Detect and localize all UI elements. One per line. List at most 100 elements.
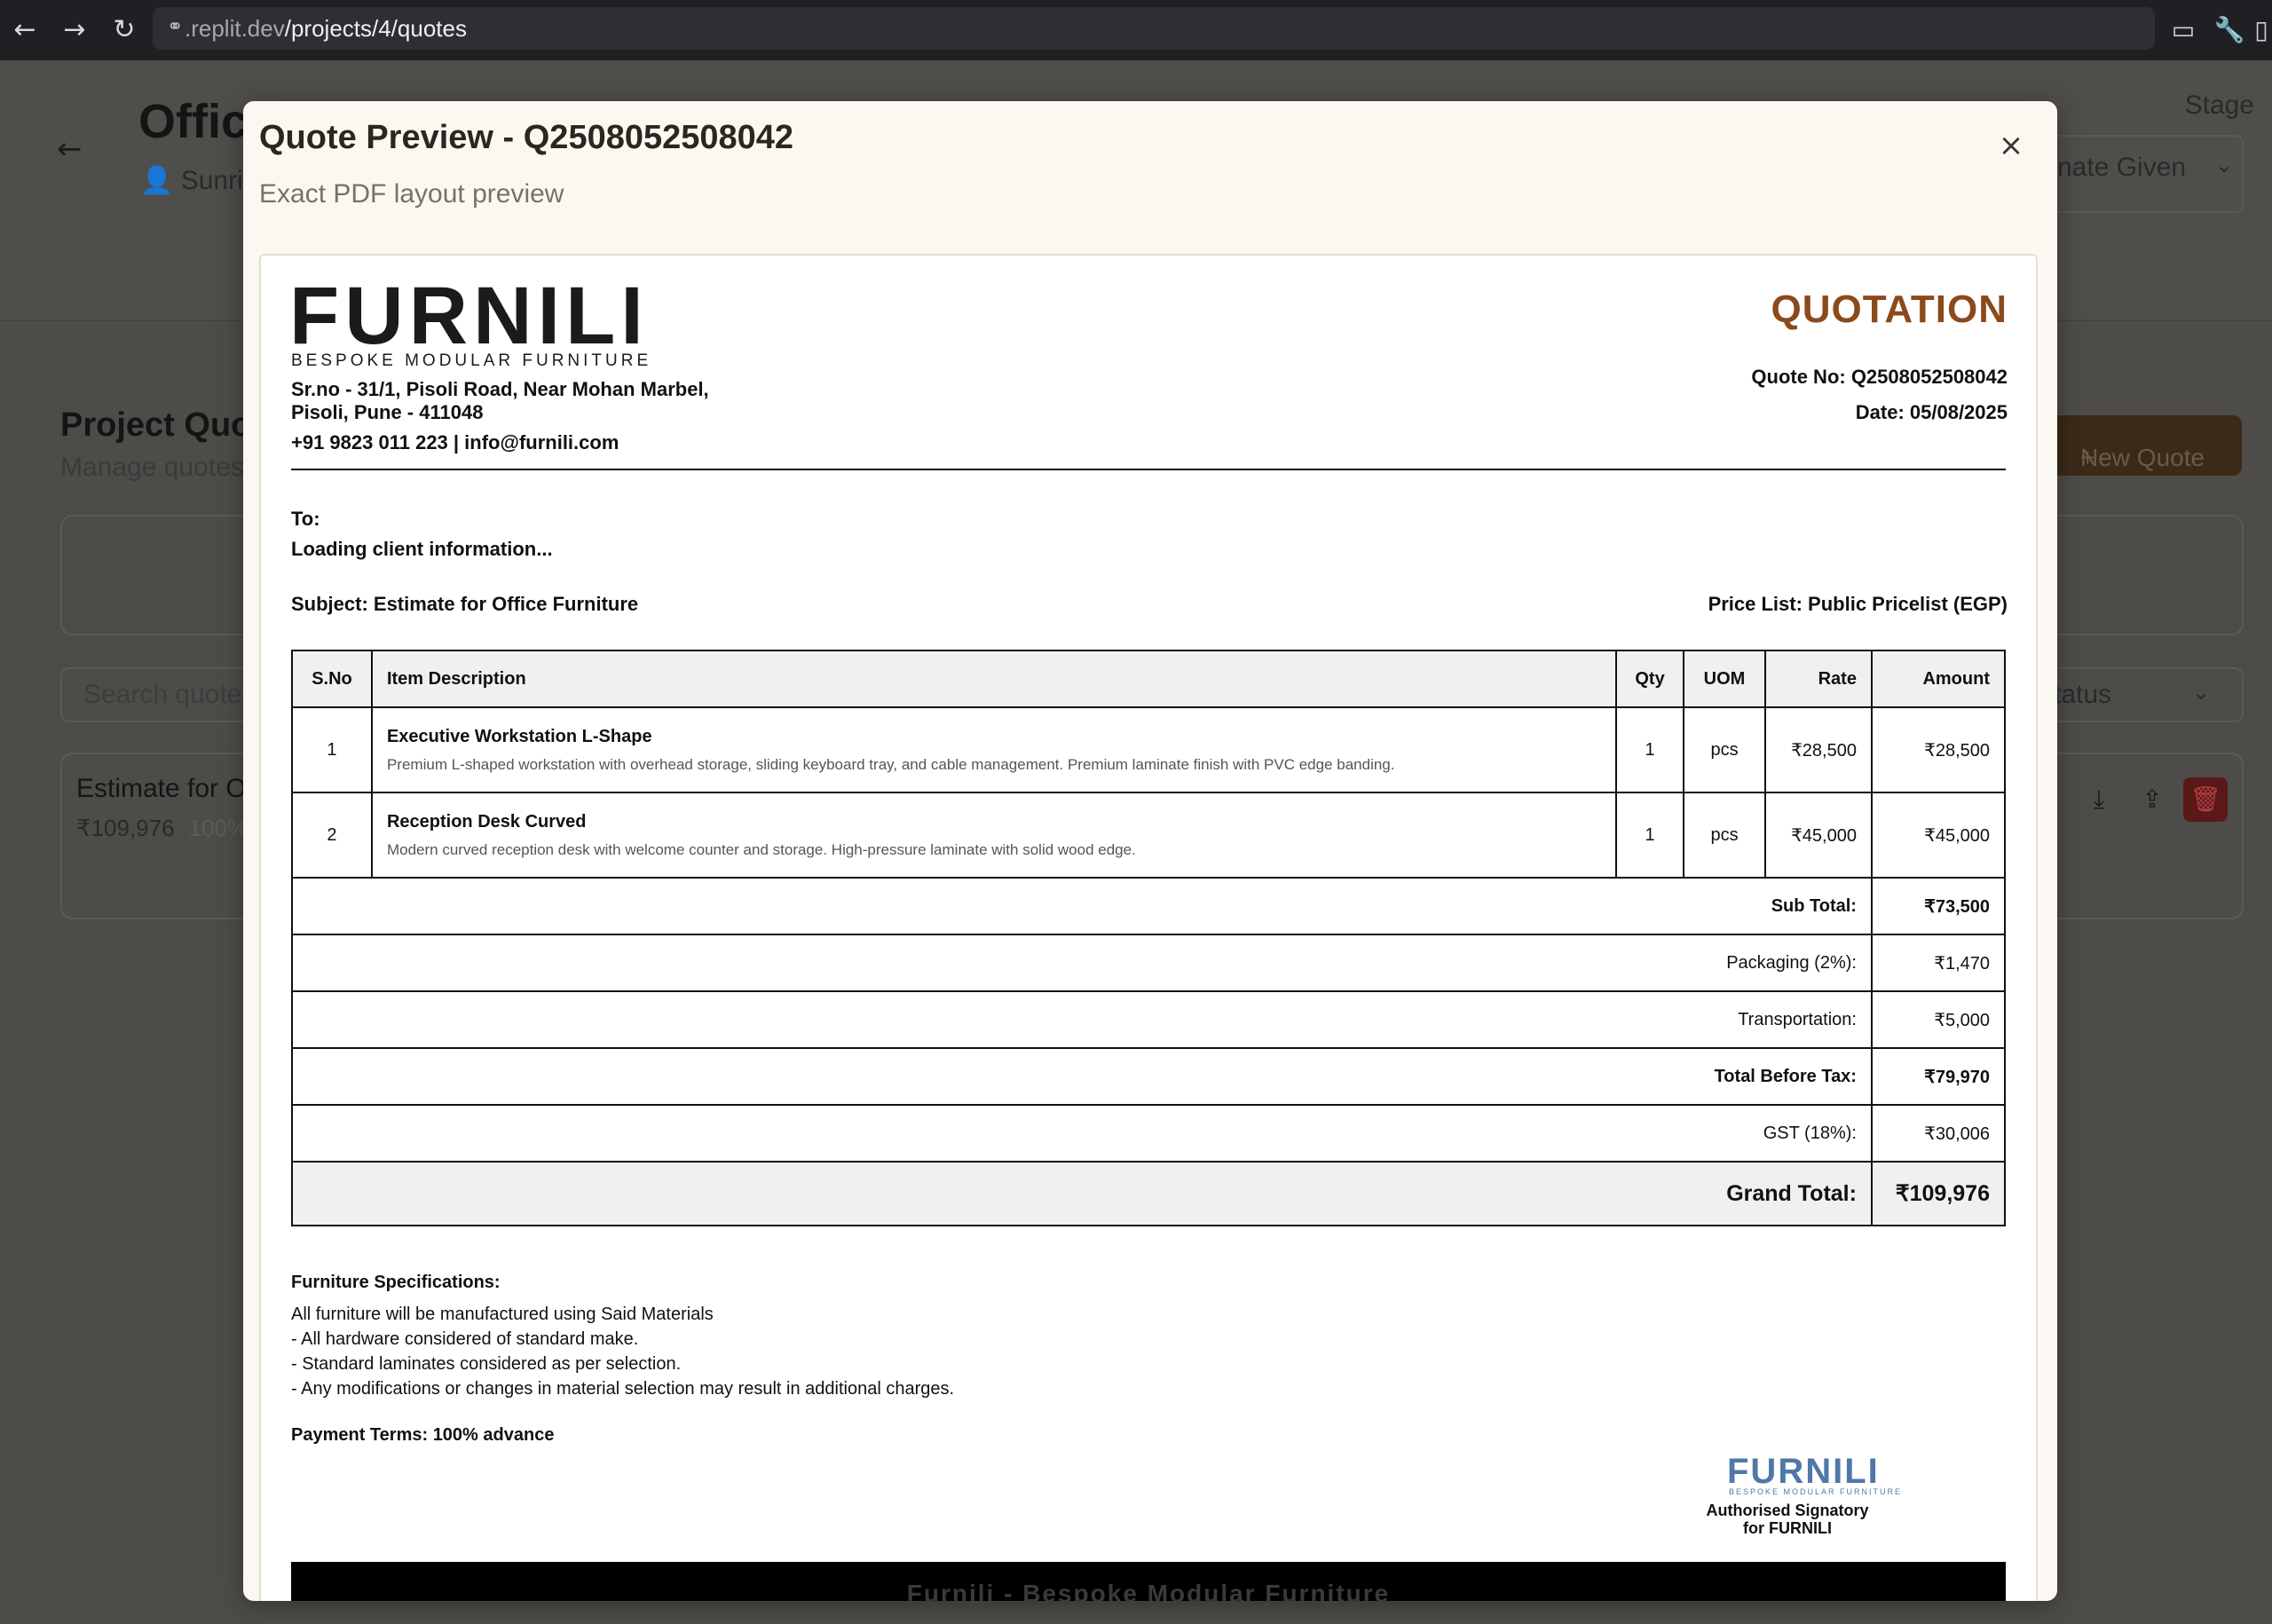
col-qty: Qty [1615, 650, 1685, 708]
modal-subtitle: Exact PDF layout preview [259, 179, 564, 209]
grand-total-value: ₹109,976 [1870, 1161, 2007, 1226]
share-icon[interactable]: ⇪ [2130, 777, 2174, 822]
item-qty: 1 [1615, 706, 1685, 793]
payment-terms: Payment Terms: 100% advance [291, 1425, 555, 1445]
search-placeholder: Search quote [83, 680, 242, 709]
signatory-title: Authorised Signatory [1706, 1502, 1869, 1519]
item-uom: pcs [1683, 792, 1766, 879]
spec-line: - Standard laminates considered as per s… [291, 1354, 682, 1374]
item-uom: pcs [1683, 706, 1766, 793]
before-tax-row: Total Before Tax: ₹79,970 [291, 1047, 2007, 1106]
item-name: Executive Workstation L-Shape [386, 726, 652, 746]
subtotal-row: Sub Total: ₹73,500 [291, 877, 2007, 935]
back-arrow-icon[interactable]: ← [7, 12, 43, 48]
item-description: Premium L-shaped workstation with overhe… [386, 755, 1395, 773]
download-icon[interactable]: ⤓ [2077, 777, 2121, 822]
logo-tagline: BESPOKE MODULAR FURNITURE [291, 351, 652, 370]
col-sno: S.No [291, 650, 373, 708]
col-amount: Amount [1870, 650, 2007, 708]
client-info: Loading client information... [291, 538, 553, 560]
spec-line: All furniture will be manufactured using… [291, 1305, 714, 1324]
item-qty: 1 [1615, 792, 1685, 879]
quote-row-total: ₹109,976 100% [76, 815, 248, 841]
item-cell: Executive Workstation L-Shape Premium L-… [370, 706, 1618, 793]
grand-total-row: Grand Total: ₹109,976 [291, 1161, 2007, 1226]
quote-date: Date: 05/08/2025 [1855, 401, 2008, 423]
to-label: To: [291, 508, 320, 530]
item-description: Modern curved reception desk with welcom… [386, 840, 1136, 858]
before-tax-label: Total Before Tax: [291, 1047, 1873, 1106]
item-sno: 1 [291, 706, 373, 793]
gst-row: GST (18%): ₹30,006 [291, 1104, 2007, 1163]
link-icon: ⚭ [167, 16, 184, 38]
spec-title: Furniture Specifications: [291, 1273, 501, 1292]
grand-total-label: Grand Total: [291, 1161, 1873, 1226]
items-table: S.No Item Description Qty UOM Rate Amoun… [291, 650, 2007, 1226]
client-name: 👤 Sunris [140, 166, 256, 195]
item-rate: ₹45,000 [1764, 792, 1873, 879]
address-bar[interactable]: ⚭ .replit.dev/projects/4/quotes [153, 7, 2155, 50]
quote-document: FURNILI BESPOKE MODULAR FURNITURE Sr.no … [259, 254, 2038, 1601]
user-icon: 👤 [140, 166, 174, 195]
sidebar-icon[interactable]: ▯ [2251, 12, 2272, 48]
modal-title: Quote Preview - Q2508052508042 [259, 119, 794, 156]
before-tax-value: ₹79,970 [1870, 1047, 2007, 1106]
company-contact: +91 9823 011 223 | info@furnili.com [291, 431, 619, 453]
transport-label: Transportation: [291, 990, 1873, 1049]
close-icon[interactable]: × [1990, 124, 2032, 167]
signatory-logo-tagline: BESPOKE MODULAR FURNITURE [1729, 1487, 1903, 1496]
item-amount: ₹45,000 [1870, 792, 2007, 879]
forward-arrow-icon[interactable]: → [57, 12, 92, 48]
quote-number: Quote No: Q2508052508042 [1751, 366, 2008, 388]
subtotal-value: ₹73,500 [1870, 877, 2007, 935]
spec-line: - All hardware considered of standard ma… [291, 1329, 639, 1349]
table-header-row: S.No Item Description Qty UOM Rate Amoun… [291, 650, 2007, 708]
item-cell: Reception Desk Curved Modern curved rece… [370, 792, 1618, 879]
header-divider [291, 469, 2006, 470]
table-row: 1 Executive Workstation L-Shape Premium … [291, 706, 2007, 793]
spec-line: - Any modifications or changes in materi… [291, 1379, 955, 1399]
quote-row-title: Estimate for O [76, 774, 247, 803]
stage-label: Stage [2184, 91, 2254, 120]
browser-toolbar: ← → ↻ ⚭ .replit.dev/projects/4/quotes ▭ … [0, 0, 2272, 60]
footer-text: Furnili - Bespoke Modular Furniture [906, 1580, 1391, 1601]
col-description: Item Description [370, 650, 1618, 708]
subtotal-label: Sub Total: [291, 877, 1873, 935]
cast-icon[interactable]: ▭ [2166, 12, 2201, 48]
item-amount: ₹28,500 [1870, 706, 2007, 793]
packaging-value: ₹1,470 [1870, 934, 2007, 992]
signatory-logo: FURNILI [1727, 1452, 1880, 1491]
company-logo: FURNILI [289, 271, 649, 361]
table-row: 2 Reception Desk Curved Modern curved re… [291, 792, 2007, 879]
back-icon[interactable]: ← [57, 131, 83, 167]
chevron-down-icon: ⌄ [2215, 153, 2234, 177]
wrench-icon[interactable]: 🔧 [2212, 12, 2247, 48]
subject-line: Subject: Estimate for Office Furniture [291, 593, 639, 615]
item-name: Reception Desk Curved [386, 811, 587, 832]
gst-value: ₹30,006 [1870, 1104, 2007, 1163]
packaging-label: Packaging (2%): [291, 934, 1873, 992]
col-rate: Rate [1764, 650, 1873, 708]
transport-row: Transportation: ₹5,000 [291, 990, 2007, 1049]
url-text: .replit.dev/projects/4/quotes [185, 15, 467, 42]
item-rate: ₹28,500 [1764, 706, 1873, 793]
col-uom: UOM [1683, 650, 1766, 708]
reload-icon[interactable]: ↻ [106, 12, 142, 48]
item-sno: 2 [291, 792, 373, 879]
quote-preview-modal: Quote Preview - Q2508052508042 Exact PDF… [243, 101, 2057, 1601]
document-footer: Furnili - Bespoke Modular Furniture [291, 1562, 2006, 1601]
price-list: Price List: Public Pricelist (EGP) [1708, 593, 2008, 615]
new-quote-button[interactable]: + New Quote [2041, 415, 2242, 476]
project-title: Offic [138, 95, 248, 148]
section-subtitle: Manage quotes [60, 453, 244, 482]
chevron-down-icon: ⌄ [2192, 680, 2211, 705]
company-address: Sr.no - 31/1, Pisoli Road, Near Mohan Ma… [291, 378, 709, 423]
gst-label: GST (18%): [291, 1104, 1873, 1163]
section-title: Project Quo [60, 406, 252, 444]
packaging-row: Packaging (2%): ₹1,470 [291, 934, 2007, 992]
delete-icon[interactable]: 🗑 [2183, 777, 2228, 822]
document-heading: QUOTATION [1771, 288, 2008, 331]
transport-value: ₹5,000 [1870, 990, 2007, 1049]
status-filter[interactable]: tatus [2054, 680, 2111, 710]
stage-value: nate Given [2057, 153, 2187, 182]
